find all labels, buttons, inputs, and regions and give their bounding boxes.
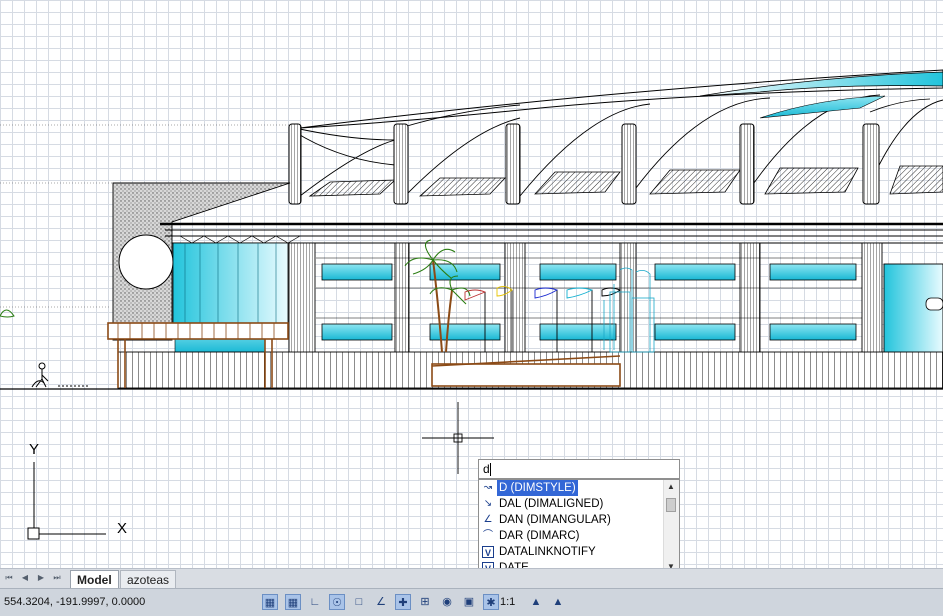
dynamic-ucs-icon[interactable]: ✚ — [395, 594, 411, 610]
scroll-up-arrow-icon[interactable]: ▲ — [667, 482, 675, 491]
first-layout-icon[interactable]: ⏮ — [4, 573, 14, 583]
dynamic-input-icon[interactable]: ⊞ — [417, 594, 433, 610]
snap-mode-icon[interactable]: ▦ — [285, 594, 301, 610]
text-caret — [489, 463, 491, 477]
variable-icon: V — [482, 546, 494, 558]
dimaligned-icon: ↘ — [483, 498, 493, 509]
previous-layout-icon[interactable]: ◀ — [20, 573, 30, 582]
ucs-x-label: X — [117, 520, 127, 537]
annotation-scale[interactable]: 1:1 — [500, 596, 515, 608]
suggestion-item[interactable]: ↝ D (DIMSTYLE) — [479, 480, 665, 496]
tab-model[interactable]: Model — [70, 570, 119, 588]
layout-tab-bar: ⏮ ◀ ▶ ⏭ Model azoteas — [0, 568, 943, 588]
polar-tracking-icon[interactable]: ☉ — [329, 594, 345, 610]
shrub — [0, 309, 15, 318]
roof-canopy — [288, 69, 943, 205]
lineweight-icon[interactable]: ◉ — [439, 594, 455, 610]
grid-display-icon[interactable]: ▦ — [262, 594, 278, 610]
main-slab — [160, 222, 943, 244]
suggestion-item[interactable]: V DATE — [479, 560, 665, 568]
suggestion-item[interactable]: V DATALINKNOTIFY — [479, 544, 665, 560]
elevation-drawing: Y X — [0, 69, 943, 540]
people-figure — [31, 362, 90, 388]
facade — [288, 242, 943, 355]
selection-cycling-icon[interactable]: ✱ — [483, 594, 499, 610]
suggestion-item[interactable]: ∠ DAN (DIMANGULAR) — [479, 512, 665, 528]
ucs-y-label: Y — [29, 441, 39, 458]
annotation-visibility-icon[interactable]: ▲ — [528, 594, 544, 610]
flags — [464, 285, 621, 352]
object-snap-icon[interactable]: □ — [351, 594, 367, 610]
command-input-text: d — [483, 462, 490, 476]
ucs-icon — [27, 462, 106, 540]
next-layout-icon[interactable]: ▶ — [36, 573, 46, 582]
cursor-coordinates[interactable]: 554.3204, -191.9997, 0.0000 — [4, 596, 145, 608]
suggestion-item[interactable]: ⌒ DAR (DIMARC) — [479, 528, 665, 544]
auto-scale-icon[interactable]: ▲ — [550, 594, 566, 610]
status-bar: 554.3204, -191.9997, 0.0000 ▦ ▦ ∟ ☉ □ ∠ … — [0, 588, 943, 616]
last-layout-icon[interactable]: ⏭ — [52, 573, 62, 583]
command-autocomplete-list[interactable]: ↝ D (DIMSTYLE) ↘ DAL (DIMALIGNED) ∠ DAN … — [478, 479, 680, 568]
dimangular-icon: ∠ — [483, 514, 493, 525]
suggestion-item[interactable]: ↘ DAL (DIMALIGNED) — [479, 496, 665, 512]
tab-azoteas[interactable]: azoteas — [120, 570, 177, 588]
scrollbar-thumb[interactable] — [666, 498, 676, 512]
dynamic-command-input[interactable]: d — [478, 459, 680, 479]
object-snap-tracking-icon[interactable]: ∠ — [373, 594, 389, 610]
dimarc-icon: ⌒ — [483, 530, 493, 541]
suggestion-scrollbar[interactable]: ▲ ▼ — [663, 480, 679, 568]
drawing-canvas[interactable]: Y X d ↝ D (DIMSTYLE) ↘ DAL (DIMALIGNED) … — [0, 0, 943, 568]
ortho-mode-icon[interactable]: ∟ — [307, 594, 323, 610]
dimstyle-icon: ↝ — [483, 482, 493, 493]
transparency-icon[interactable]: ▣ — [461, 594, 477, 610]
